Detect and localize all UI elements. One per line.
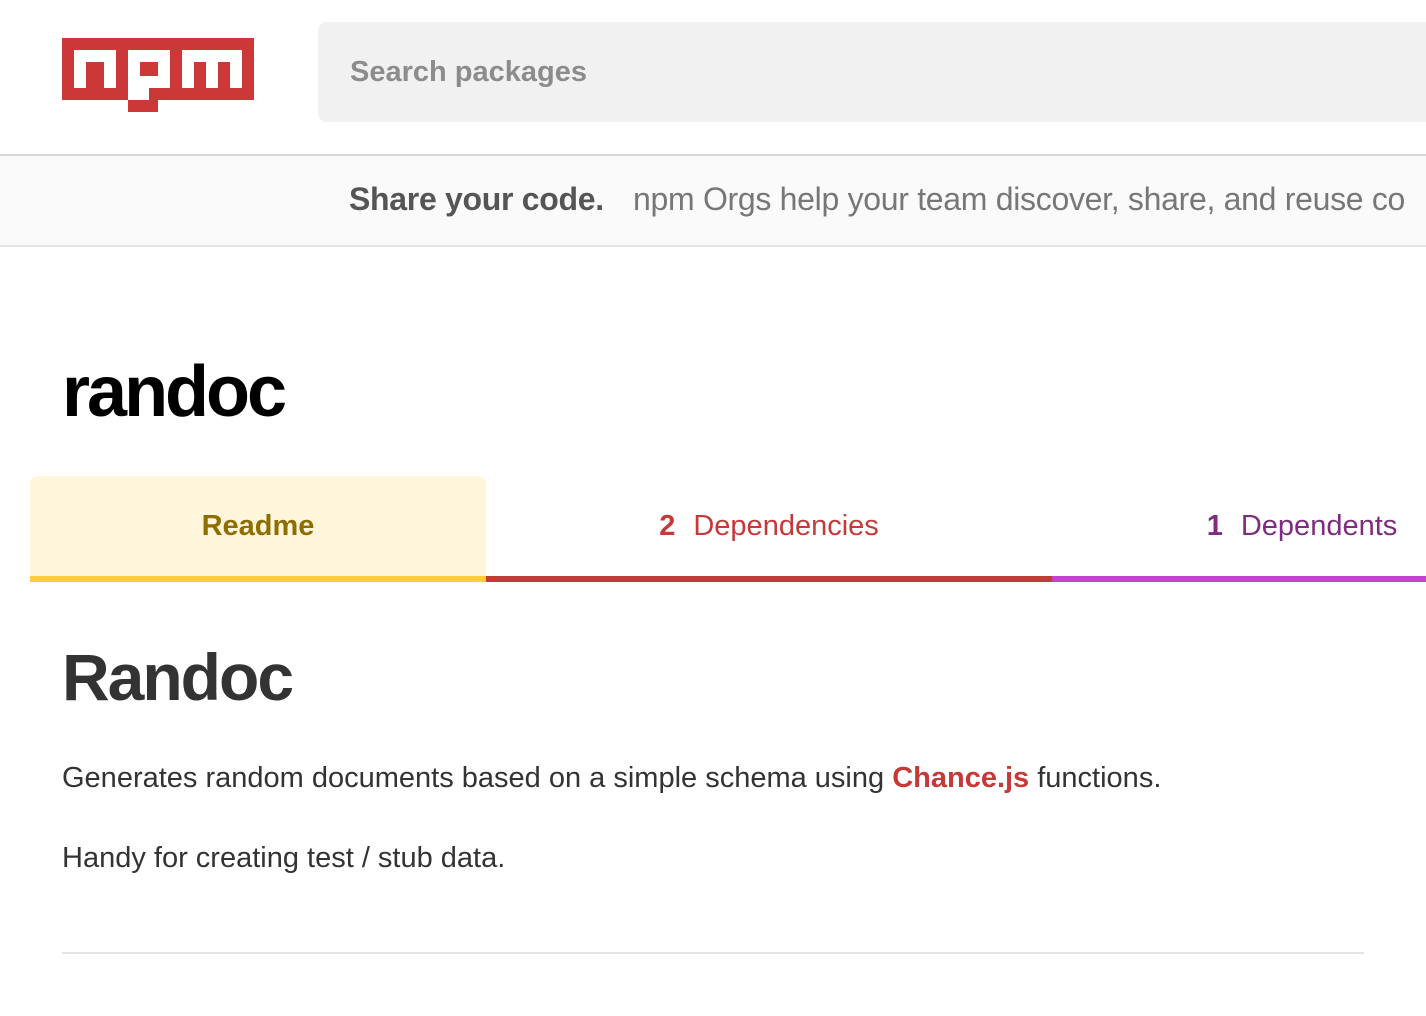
tab-dependents[interactable]: 1 Dependents (1052, 476, 1426, 582)
search-input[interactable] (318, 22, 1426, 122)
site-header (0, 0, 1426, 156)
readme-heading: Randoc (62, 640, 294, 714)
search-box (318, 22, 1426, 122)
readme-text-after: functions. (1029, 762, 1162, 794)
npm-logo[interactable] (62, 38, 254, 112)
tab-dependents-count: 1 (1206, 509, 1223, 542)
page: Share your code. npm Orgs help your team… (0, 0, 1426, 1016)
tab-dependencies[interactable]: 2 Dependencies (486, 476, 1052, 582)
tab-readme[interactable]: Readme (30, 476, 486, 582)
divider (62, 952, 1364, 954)
readme-text-before: Generates random documents based on a si… (62, 762, 893, 794)
readme-paragraph: Handy for creating test / stub data. (62, 842, 506, 874)
promo-text[interactable]: npm Orgs help your team discover, share,… (633, 181, 1405, 218)
readme-paragraph: Generates random documents based on a si… (62, 756, 1161, 800)
promo-banner: Share your code. npm Orgs help your team… (0, 156, 1426, 247)
package-tabs: Readme 2 Dependencies 1 Dependents (30, 476, 1426, 582)
npm-logo-icon (62, 38, 254, 112)
tab-dependencies-label: Dependencies (693, 509, 879, 542)
tab-readme-label: Readme (201, 509, 315, 542)
promo-title: Share your code. (349, 181, 604, 217)
tab-dependencies-count: 2 (659, 509, 676, 542)
chancejs-link[interactable]: Chance.js (892, 762, 1029, 794)
tab-dependents-label: Dependents (1240, 509, 1398, 542)
package-title: randoc (62, 352, 287, 432)
